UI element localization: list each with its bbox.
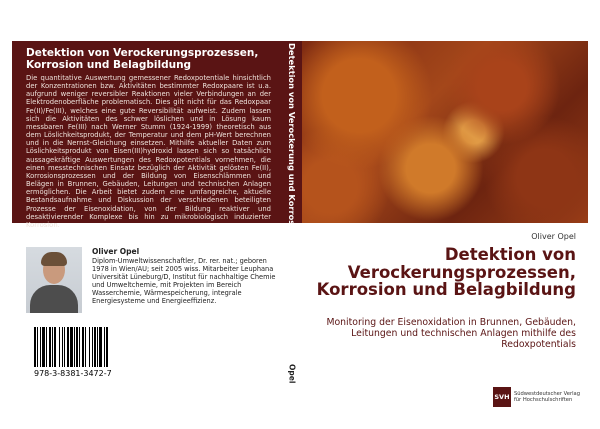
front-author: Oliver Opel <box>531 232 576 241</box>
barcode-bar <box>108 327 109 367</box>
back-cover-title: Detektion von Verockerungsprozessen, Kor… <box>26 47 259 71</box>
spine-author: Opel <box>287 364 297 384</box>
publisher-logo: SVH <box>492 387 511 407</box>
author-name: Oliver Opel <box>92 247 140 256</box>
publisher-subtitle: für Hochschulschriften <box>513 397 573 403</box>
isbn-number: 978-3-8381-3472-7 <box>34 369 112 378</box>
author-photo <box>26 247 82 313</box>
back-cover: Detektion von Verockerungsprozessen, Kor… <box>12 41 281 416</box>
back-cover-band: Detektion von Verockerungsprozessen, Kor… <box>12 41 281 229</box>
author-bio: Diplom-Umweltwissenschaftler, Dr. rer. n… <box>92 257 276 306</box>
rust-texture-image <box>302 41 588 223</box>
book-cover: Detektion von Verockerungsprozessen, Kor… <box>12 41 588 416</box>
spine-title: Detektion von Verockerung und Korrosion <box>287 43 297 240</box>
book-spine: Detektion von Verockerung und Korrosion … <box>281 41 302 416</box>
front-cover: Oliver Opel Detektion von Verockerungspr… <box>302 41 588 416</box>
front-subtitle: Monitoring der Eisenoxidation in Brunnen… <box>326 317 576 351</box>
front-title: Detektion von Verockerungsprozessen, Kor… <box>316 245 576 299</box>
barcode <box>34 327 132 367</box>
publisher-block: SVH Südwestdeutscher Verlag für Hochschu… <box>492 387 580 407</box>
back-cover-blurb: Die quantitative Auswertung gemessener R… <box>26 74 271 229</box>
